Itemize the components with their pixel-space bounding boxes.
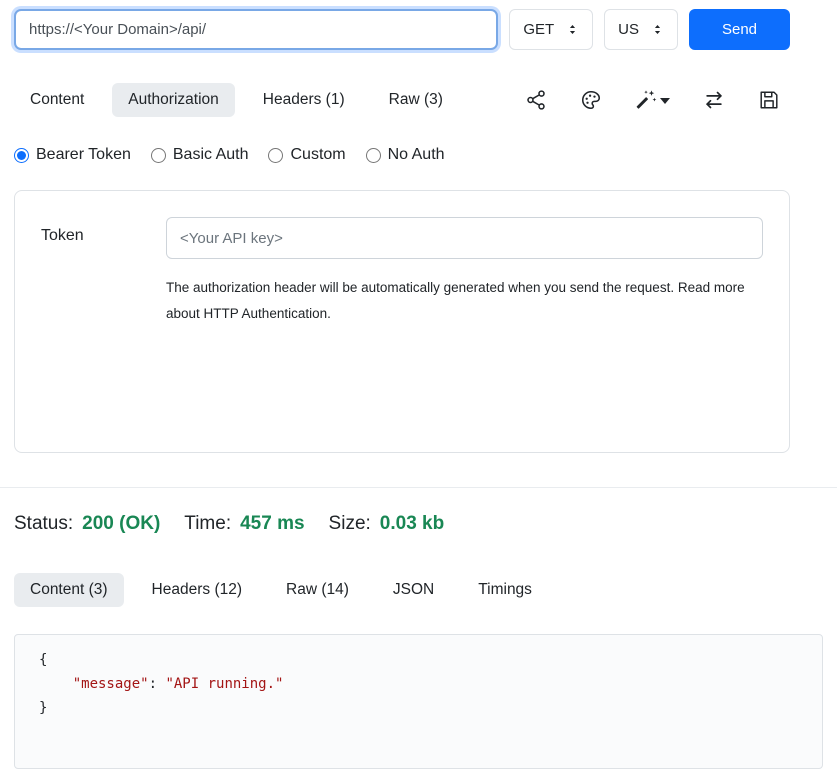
token-label: Token [41, 217, 166, 326]
auth-option-label: Custom [290, 146, 345, 164]
json-key: "message" [73, 676, 149, 692]
updown-arrows-icon [566, 23, 579, 36]
tab-response-content[interactable]: Content (3) [14, 573, 124, 607]
api-client-app: GET US Send Content Autho [0, 0, 837, 769]
token-input[interactable] [166, 217, 763, 259]
status-value: 200 (OK) [82, 513, 160, 535]
tab-response-raw[interactable]: Raw (14) [270, 573, 365, 607]
tab-response-headers[interactable]: Headers (12) [136, 573, 258, 607]
auth-option-custom[interactable]: Custom [268, 146, 345, 164]
no-auth-radio[interactable] [366, 148, 381, 163]
url-row: GET US Send [14, 9, 790, 50]
status-label: Status: [14, 513, 73, 535]
custom-radio[interactable] [268, 148, 283, 163]
token-input-column: The authorization header will be automat… [166, 217, 763, 326]
time-value: 457 ms [240, 513, 304, 535]
token-help-text: The authorization header will be automat… [166, 275, 758, 326]
swap-arrows-icon[interactable] [703, 89, 725, 111]
response-tabs: Content (3) Headers (12) Raw (14) JSON T… [14, 573, 823, 607]
share-icon[interactable] [525, 89, 547, 111]
request-toolbar [525, 89, 790, 111]
json-open-brace: { [39, 652, 47, 668]
json-colon: : [149, 676, 166, 692]
json-close-brace: } [39, 700, 47, 716]
auth-option-label: Basic Auth [173, 146, 249, 164]
method-select-value: GET [523, 21, 554, 38]
json-value: "API running." [165, 676, 283, 692]
bearer-token-radio[interactable] [14, 148, 29, 163]
chevron-down-icon [660, 98, 670, 104]
tab-response-json[interactable]: JSON [377, 573, 450, 607]
token-row: Token The authorization header will be a… [41, 217, 763, 326]
request-tabs: Content Authorization Headers (1) Raw (3… [14, 83, 459, 117]
tab-raw[interactable]: Raw (3) [373, 83, 459, 117]
tab-content[interactable]: Content [14, 83, 100, 117]
auth-option-label: No Auth [388, 146, 445, 164]
auth-option-bearer-token[interactable]: Bearer Token [14, 146, 131, 164]
method-select[interactable]: GET [509, 9, 593, 50]
region-select-value: US [618, 21, 639, 38]
palette-icon[interactable] [580, 89, 602, 111]
size-label: Size: [329, 513, 371, 535]
basic-auth-radio[interactable] [151, 148, 166, 163]
response-status-row: Status: 200 (OK) Time: 457 ms Size: 0.03… [14, 513, 823, 535]
response-body[interactable]: { "message": "API running." } [14, 634, 823, 769]
request-tabs-row: Content Authorization Headers (1) Raw (3… [14, 83, 790, 117]
response-section: Status: 200 (OK) Time: 457 ms Size: 0.03… [0, 488, 837, 769]
token-panel: Token The authorization header will be a… [14, 190, 790, 453]
auth-option-no-auth[interactable]: No Auth [366, 146, 445, 164]
json-indent [39, 676, 73, 692]
send-button[interactable]: Send [689, 9, 790, 50]
request-section: GET US Send Content Autho [0, 0, 837, 453]
size-value: 0.03 kb [380, 513, 444, 535]
tab-authorization[interactable]: Authorization [112, 83, 234, 117]
region-select[interactable]: US [604, 9, 678, 50]
auth-option-label: Bearer Token [36, 146, 131, 164]
save-icon[interactable] [758, 89, 780, 111]
updown-arrows-icon [651, 23, 664, 36]
tab-response-timings[interactable]: Timings [462, 573, 548, 607]
url-input[interactable] [14, 9, 498, 50]
time-label: Time: [184, 513, 231, 535]
magic-wand-icon[interactable] [635, 89, 670, 111]
auth-type-options: Bearer Token Basic Auth Custom No Auth [14, 146, 790, 164]
tab-headers[interactable]: Headers (1) [247, 83, 361, 117]
auth-option-basic-auth[interactable]: Basic Auth [151, 146, 249, 164]
